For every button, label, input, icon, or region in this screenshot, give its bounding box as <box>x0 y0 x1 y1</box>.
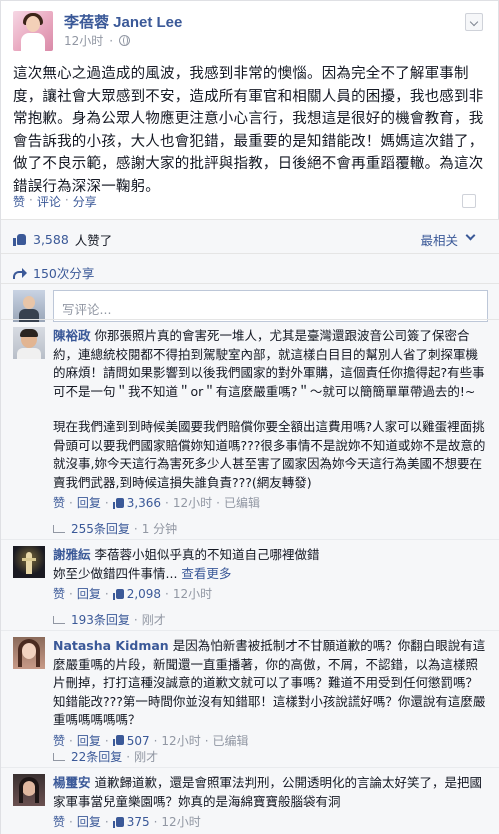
divider <box>1 539 499 540</box>
comment-edited[interactable]: 已编辑 <box>213 732 249 751</box>
post-options-chevron-icon[interactable] <box>465 13 483 31</box>
post-action-bar: 赞 · 评论 · 分享 <box>13 193 97 210</box>
comment-time[interactable]: 12小时 <box>161 732 200 751</box>
comment-body: 謝雅紜 李蓓蓉小姐似乎真的不知道自己哪裡做錯 妳至少做錯四件事情... 查看更多 … <box>53 546 489 604</box>
post-meta: 12小时 · <box>64 32 131 49</box>
comment-time[interactable]: 12小时 <box>173 494 212 513</box>
comment-input[interactable]: 写评论... <box>53 290 488 322</box>
comment-meta: 赞 · 回复 · 3,366 · 12小时 · 已编辑 <box>53 494 489 513</box>
post-text: 這次無心之過造成的風波，我感到非常的懊惱。因為完全不了解軍事制度，讓社會大眾感到… <box>13 66 484 195</box>
likes-summary[interactable]: 3,588 人赞了 <box>13 230 112 249</box>
replies-count[interactable]: 22条回复 <box>71 748 122 765</box>
thumbs-up-icon <box>112 816 124 828</box>
like-button[interactable]: 赞 <box>13 193 25 210</box>
view-replies[interactable]: 255条回复 · 1 分钟 <box>53 520 177 537</box>
view-replies[interactable]: 193条回复 · 刚才 <box>53 611 166 628</box>
commenter-avatar[interactable] <box>13 637 45 669</box>
post-card: 李蓓蓉 Janet Lee 12小时 · 這次無心之過造成的風波，我感到非常的懊… <box>0 0 499 834</box>
comment-reply-button[interactable]: 回复 <box>77 494 101 513</box>
divider <box>1 767 499 768</box>
comment-text-continued: 妳至少做錯四件事情... <box>53 565 178 581</box>
comment-likes[interactable]: 3,366 <box>112 494 161 513</box>
comment-body: 楊璽安 道歉歸道歉，還是會照軍法判刑，公開透明化的言論太好笑了，是把國家軍事當兒童… <box>53 774 489 832</box>
globe-icon <box>119 35 131 46</box>
comment-likes[interactable]: 375 <box>112 813 150 832</box>
comment-body: Natasha Kidman 是因為怕新書被抵制才不甘願道歉的嗎？你翻白眼說有這麼… <box>53 637 489 750</box>
comment-text: 道歉歸道歉，還是會照軍法判刑，公開透明化的言論太好笑了，是把國家軍事當兒童樂園嗎… <box>53 775 483 809</box>
comment-time[interactable]: 12小时 <box>173 585 212 604</box>
comment-meta: 赞 · 回复 · 375 · 12小时 <box>53 813 489 832</box>
likes-count[interactable]: 3,588 <box>33 232 69 247</box>
comment-reply-button[interactable]: 回复 <box>77 813 101 832</box>
reply-arrow-icon <box>53 615 65 624</box>
replies-time: 1 分钟 <box>141 522 178 536</box>
comment-like-button[interactable]: 赞 <box>53 494 65 513</box>
share-button[interactable]: 分享 <box>73 193 97 210</box>
comment-text: 李蓓蓉小姐似乎真的不知道自己哪裡做錯 <box>94 547 320 562</box>
comment-body: 陳裕政 你那張照片真的會害死一堆人，尤其是臺灣還跟波音公司簽了保密合約，連總統校閱… <box>53 327 489 513</box>
thumbs-up-icon <box>112 588 124 600</box>
comment-meta: 赞 · 回复 · 2,098 · 12小时 <box>53 585 489 604</box>
comment-text-continued: 現在我們達到到時候美國要我們賠償你要全額出這費用嗎?人家可以雞蛋裡面挑骨頭可以要… <box>53 419 486 490</box>
commenter-name[interactable]: 陳裕政 <box>53 328 91 343</box>
divider <box>1 630 499 631</box>
divider <box>1 283 499 284</box>
view-replies[interactable]: 22条回复 · 刚才 <box>53 748 158 765</box>
comment-like-button[interactable]: 赞 <box>53 585 65 604</box>
shares-count[interactable]: 150次分享 <box>33 263 94 282</box>
likes-suffix: 人赞了 <box>74 233 113 248</box>
reply-arrow-icon <box>53 752 65 761</box>
commenter-avatar[interactable] <box>13 774 45 806</box>
commenter-name[interactable]: Natasha Kidman <box>53 638 169 653</box>
thumbs-up-icon <box>112 497 124 509</box>
commenter-name[interactable]: 楊璽安 <box>53 775 91 790</box>
comment-like-button[interactable]: 赞 <box>53 813 65 832</box>
thumbs-up-icon <box>112 735 124 747</box>
divider <box>1 319 499 320</box>
post-time[interactable]: 12小时 <box>64 32 103 49</box>
comment-edited[interactable]: 已编辑 <box>224 494 260 513</box>
thumbs-up-icon <box>13 233 27 246</box>
author-name[interactable]: 李蓓蓉 Janet Lee <box>64 11 182 32</box>
comment-likes[interactable]: 2,098 <box>112 585 161 604</box>
shares-summary[interactable]: 150次分享 <box>13 263 94 282</box>
comment-button[interactable]: 评论 <box>37 193 61 210</box>
comment-reply-button[interactable]: 回复 <box>77 585 101 604</box>
replies-time: 刚才 <box>141 613 166 627</box>
author-avatar[interactable] <box>13 11 53 51</box>
divider <box>1 219 499 220</box>
replies-count[interactable]: 255条回复 <box>71 520 130 537</box>
see-more-link[interactable]: 查看更多 <box>181 566 231 581</box>
share-options-icon[interactable] <box>462 194 476 208</box>
post-header: 李蓓蓉 Janet Lee 12小时 · <box>13 11 483 53</box>
share-arrow-icon <box>13 267 27 279</box>
divider <box>1 253 499 254</box>
viewer-avatar <box>13 290 45 322</box>
comment-composer: 写评论... <box>13 290 488 322</box>
comment-text: 你那張照片真的會害死一堆人，尤其是臺灣還跟波音公司簽了保密合約，連總統校閱都不得… <box>53 328 485 399</box>
reply-arrow-icon <box>53 524 65 533</box>
comment-sort-dropdown[interactable]: 最相关 <box>420 230 458 249</box>
commenter-name[interactable]: 謝雅紜 <box>53 547 91 562</box>
comment-time[interactable]: 12小时 <box>161 813 200 832</box>
replies-time: 刚才 <box>134 750 159 764</box>
commenter-avatar[interactable] <box>13 327 45 359</box>
replies-count[interactable]: 193条回复 <box>71 611 130 628</box>
commenter-avatar[interactable] <box>13 546 45 578</box>
